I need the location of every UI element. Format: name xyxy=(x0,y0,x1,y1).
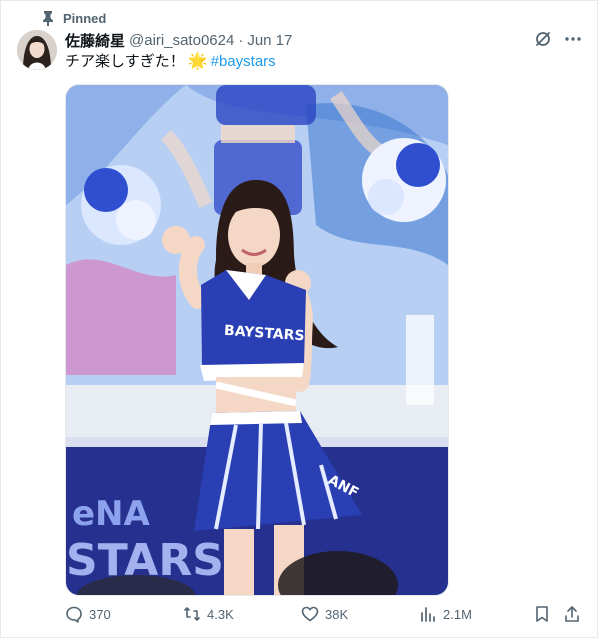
more-options-icon[interactable] xyxy=(563,29,583,49)
heart-icon xyxy=(301,606,319,622)
photo-image: eNA STARS BAYSTARS ANF xyxy=(66,85,448,595)
pinned-label: Pinned xyxy=(63,10,107,26)
tweet-text: チア楽しすぎた！ 🌟 #baystars xyxy=(65,52,276,72)
hashtag-link[interactable]: #baystars xyxy=(211,52,276,72)
like-count: 38K xyxy=(325,606,349,622)
reply-button[interactable]: 370 xyxy=(65,605,111,623)
header-separator: · xyxy=(238,31,244,49)
views-button[interactable]: 2.1M xyxy=(419,605,472,623)
tweet-photo[interactable]: eNA STARS BAYSTARS ANF xyxy=(65,84,449,596)
avatar[interactable] xyxy=(17,30,57,70)
grok-icon[interactable] xyxy=(533,29,553,49)
tweet-header: 佐藤綺星 @airi_sato0624 · Jun 17 xyxy=(65,30,292,51)
bookmark-icon xyxy=(536,606,548,622)
share-button[interactable] xyxy=(563,605,581,623)
author-handle[interactable]: @airi_sato0624 xyxy=(129,32,234,49)
author-display-name[interactable]: 佐藤綺星 xyxy=(65,30,125,51)
header-actions xyxy=(533,29,583,49)
bookmark-button[interactable] xyxy=(533,605,551,623)
reply-count: 370 xyxy=(89,606,111,622)
repost-icon xyxy=(184,607,200,621)
views-count: 2.1M xyxy=(443,606,472,622)
tweet-body-text: チア楽しすぎた！ xyxy=(65,53,185,70)
views-chart-icon xyxy=(421,607,435,622)
banner-lettering-top: eNA xyxy=(72,494,151,534)
repost-count: 4.3K xyxy=(207,606,234,622)
tweet-actions: 370 4.3K 38K 2.1M xyxy=(65,605,585,629)
pinned-indicator: Pinned xyxy=(41,10,107,27)
repost-button[interactable]: 4.3K xyxy=(183,605,234,623)
tweet-date[interactable]: Jun 17 xyxy=(247,32,292,49)
share-icon xyxy=(565,606,579,622)
like-button[interactable]: 38K xyxy=(301,605,348,623)
tweet-card[interactable]: Pinned 佐藤綺星 @airi_sato0624 · Jun 17 チア楽し… xyxy=(0,0,598,638)
star-emoji: 🌟 xyxy=(187,53,208,70)
pin-icon xyxy=(41,10,55,27)
reply-icon xyxy=(66,606,82,623)
